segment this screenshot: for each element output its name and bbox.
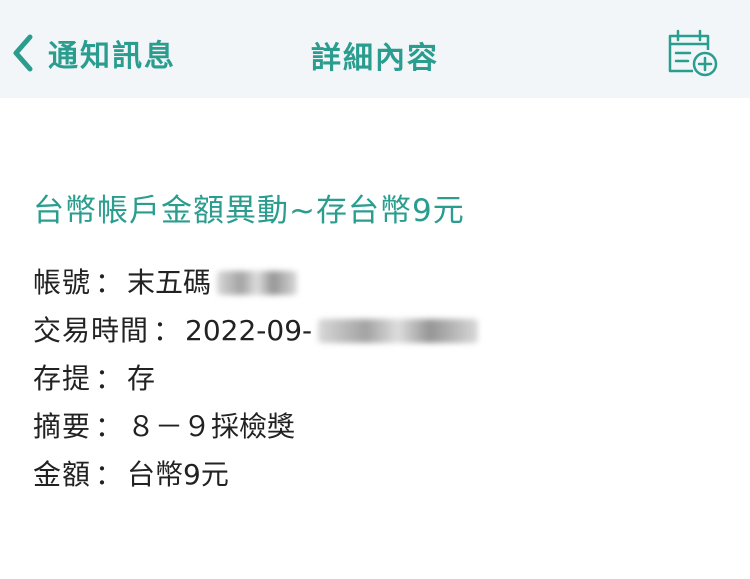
detail-separator: ： xyxy=(95,410,124,443)
back-button[interactable]: 通知訊息 xyxy=(8,28,176,78)
detail-value: ８－９採檢獎 xyxy=(127,410,296,443)
detail-value: 2022-09- xyxy=(185,314,313,347)
detail-label: 帳號 xyxy=(33,266,92,299)
detail-separator: ： xyxy=(95,266,124,299)
detail-separator: ： xyxy=(153,314,182,347)
navigation-bar: 通知訊息 詳細內容 xyxy=(0,0,750,98)
detail-value: 台幣9元 xyxy=(127,458,229,491)
detail-value: 末五碼 xyxy=(127,266,212,299)
redacted-blur xyxy=(318,319,479,343)
detail-label: 交易時間 xyxy=(33,314,150,347)
chevron-left-icon xyxy=(8,31,38,75)
back-label: 通知訊息 xyxy=(48,39,176,74)
add-to-calendar-button[interactable] xyxy=(664,26,720,78)
message-detail: 台幣帳戶金額異動~存台幣9元 帳號 ： 末五碼 交易時間 ： 2022-09- … xyxy=(33,186,733,499)
detail-row-account: 帳號 ： 末五碼 xyxy=(33,259,733,307)
detail-label: 存提 xyxy=(33,362,92,395)
detail-value: 存 xyxy=(127,362,156,395)
detail-row-type: 存提 ： 存 xyxy=(33,355,733,403)
detail-separator: ： xyxy=(95,362,124,395)
detail-label: 摘要 xyxy=(33,410,92,443)
detail-list: 帳號 ： 末五碼 交易時間 ： 2022-09- 存提 ： 存 摘要 ： ８－９… xyxy=(33,259,733,499)
message-title: 台幣帳戶金額異動~存台幣9元 xyxy=(33,193,465,229)
calendar-add-icon xyxy=(668,29,718,77)
detail-row-amount: 金額 ： 台幣9元 xyxy=(33,451,733,499)
redacted-blur xyxy=(217,271,298,295)
detail-row-time: 交易時間 ： 2022-09- xyxy=(33,307,733,355)
detail-row-memo: 摘要 ： ８－９採檢獎 xyxy=(33,403,733,451)
detail-separator: ： xyxy=(95,458,124,491)
detail-label: 金額 xyxy=(33,458,92,491)
